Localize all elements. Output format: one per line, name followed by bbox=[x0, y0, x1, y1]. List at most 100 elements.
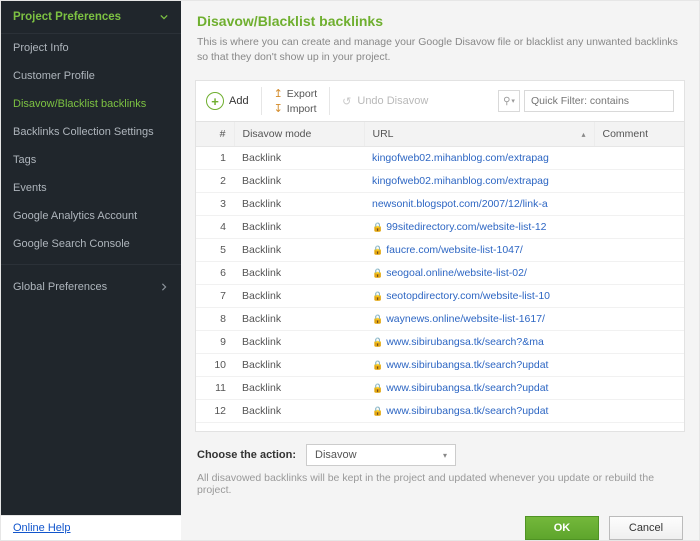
sidebar-item-disavow-blacklist-backlinks[interactable]: Disavow/Blacklist backlinks bbox=[1, 90, 181, 118]
sidebar-item-google-search-console[interactable]: Google Search Console bbox=[1, 230, 181, 258]
sidebar-item-events[interactable]: Events bbox=[1, 174, 181, 202]
sidebar-item-project-info[interactable]: Project Info bbox=[1, 34, 181, 62]
table-body: 1Backlinkkingofweb02.mihanblog.com/extra… bbox=[196, 147, 684, 432]
table-row[interactable]: 12Backlink🔒www.sibirubangsa.tk/search?up… bbox=[196, 400, 684, 423]
import-button[interactable]: ↧ Import bbox=[274, 102, 318, 115]
cell-url[interactable]: kingofweb02.mihanblog.com/extrapag bbox=[364, 147, 594, 170]
page-header: Disavow/Blacklist backlinks This is wher… bbox=[181, 1, 699, 70]
sidebar-item-backlinks-collection-settings[interactable]: Backlinks Collection Settings bbox=[1, 118, 181, 146]
search-input[interactable] bbox=[524, 90, 674, 112]
cell-url[interactable]: 🔒www.sibirubangsa.tk/search?updat bbox=[364, 354, 594, 377]
backlinks-table: # Disavow mode URL▴ Comment 1Backlinkkin… bbox=[196, 122, 684, 432]
col-header-comment[interactable]: Comment bbox=[594, 122, 684, 147]
table-row[interactable]: 2Backlinkkingofweb02.mihanblog.com/extra… bbox=[196, 170, 684, 193]
sidebar-item-tags[interactable]: Tags bbox=[1, 146, 181, 174]
cell-index: 6 bbox=[196, 262, 234, 285]
chevron-right-icon bbox=[159, 282, 169, 292]
cell-mode: Backlink bbox=[234, 170, 364, 193]
table-row[interactable]: 3Backlinknewsonit.blogspot.com/2007/12/l… bbox=[196, 193, 684, 216]
col-header-index[interactable]: # bbox=[196, 122, 234, 147]
cell-url[interactable]: 🔒www.sibirubangsa.tk/search?&ma bbox=[364, 331, 594, 354]
lock-icon: 🔒 bbox=[372, 291, 383, 301]
url-link[interactable]: waynews.online/website-list-1617/ bbox=[386, 313, 545, 325]
sidebar-item-google-analytics-account[interactable]: Google Analytics Account bbox=[1, 202, 181, 230]
cell-mode: Backlink bbox=[234, 308, 364, 331]
table-row[interactable]: 9Backlink🔒www.sibirubangsa.tk/search?&ma bbox=[196, 331, 684, 354]
lock-icon: 🔒 bbox=[372, 314, 383, 324]
online-help-link[interactable]: Online Help bbox=[13, 522, 70, 534]
cell-url[interactable]: 🔒www.sibirubangsa.tk/search?updat bbox=[364, 377, 594, 400]
cell-url[interactable]: 🔒www.sibirubangsa.tk/search?updat bbox=[364, 400, 594, 423]
table-row[interactable]: 1Backlinkkingofweb02.mihanblog.com/extra… bbox=[196, 147, 684, 170]
footer-note: All disavowed backlinks will be kept in … bbox=[197, 472, 683, 496]
search-mode-dropdown[interactable]: ⚲▾ bbox=[498, 90, 520, 112]
cancel-button[interactable]: Cancel bbox=[609, 516, 683, 540]
table-row[interactable]: 4Backlink🔒99sitedirectory.com/website-li… bbox=[196, 216, 684, 239]
import-label: Import bbox=[287, 103, 317, 115]
cell-comment bbox=[594, 331, 684, 354]
lock-icon: 🔒 bbox=[372, 222, 383, 232]
table-row[interactable]: 8Backlink🔒waynews.online/website-list-16… bbox=[196, 308, 684, 331]
cell-url[interactable]: 🔒seogoal.online/website-list-02/ bbox=[364, 262, 594, 285]
cell-url[interactable]: 🔒faucre.com/website-list-1047/ bbox=[364, 239, 594, 262]
cell-url[interactable]: 🔒seotopdirectory.com/website-list-10 bbox=[364, 285, 594, 308]
table-row[interactable]: 11Backlink🔒www.sibirubangsa.tk/search?up… bbox=[196, 377, 684, 400]
url-link[interactable]: faucre.com/website-list-1047/ bbox=[386, 244, 523, 256]
col-header-url[interactable]: URL▴ bbox=[364, 122, 594, 147]
cell-index: 7 bbox=[196, 285, 234, 308]
col-header-mode[interactable]: Disavow mode bbox=[234, 122, 364, 147]
url-link[interactable]: newsonit.blogspot.com/2007/12/link-a bbox=[372, 198, 548, 210]
cell-index: 9 bbox=[196, 331, 234, 354]
sidebar-section-project-preferences[interactable]: Project Preferences bbox=[1, 1, 181, 34]
action-row: Choose the action: Disavow ▾ bbox=[197, 444, 683, 466]
add-button[interactable]: + Add bbox=[206, 92, 249, 110]
cell-index: 5 bbox=[196, 239, 234, 262]
cell-comment bbox=[594, 354, 684, 377]
toolbar-divider bbox=[261, 87, 262, 115]
sidebar-column: Project Preferences Project InfoCustomer… bbox=[1, 1, 181, 540]
table-row[interactable]: 10Backlink🔒www.sibirubangsa.tk/search?up… bbox=[196, 354, 684, 377]
cell-comment bbox=[594, 308, 684, 331]
url-link[interactable]: www.sibirubangsa.tk/search?updat bbox=[386, 382, 548, 394]
url-link[interactable]: www.sibirubangsa.tk/search?updat bbox=[386, 405, 548, 417]
toolbar-divider bbox=[329, 87, 330, 115]
cell-mode: Backlink bbox=[234, 400, 364, 423]
export-icon: ↥ bbox=[274, 87, 283, 100]
undo-disavow-button: ↺ Undo Disavow bbox=[342, 95, 428, 108]
url-link[interactable]: kingofweb02.mihanblog.com/extrapag bbox=[372, 152, 549, 164]
plus-icon: + bbox=[206, 92, 224, 110]
chevron-down-icon: ▾ bbox=[443, 451, 447, 460]
url-link[interactable]: seogoal.online/website-list-02/ bbox=[386, 267, 527, 279]
help-bar: Online Help bbox=[1, 515, 181, 540]
url-link[interactable]: www.sibirubangsa.tk/search?updat bbox=[386, 359, 548, 371]
cell-url[interactable]: kingofweb02.mihanblog.com/extrapag bbox=[364, 170, 594, 193]
undo-label: Undo Disavow bbox=[357, 95, 428, 107]
action-select-value: Disavow bbox=[315, 449, 357, 461]
cell-url[interactable]: newsonit.blogspot.com/2007/12/link-a bbox=[364, 193, 594, 216]
action-select[interactable]: Disavow ▾ bbox=[306, 444, 456, 466]
export-button[interactable]: ↥ Export bbox=[274, 87, 318, 100]
sidebar-item-customer-profile[interactable]: Customer Profile bbox=[1, 62, 181, 90]
table-row[interactable]: 7Backlink🔒seotopdirectory.com/website-li… bbox=[196, 285, 684, 308]
url-link[interactable]: seotopdirectory.com/website-list-10 bbox=[386, 290, 550, 302]
cell-mode: Backlink bbox=[234, 354, 364, 377]
url-link[interactable]: www.sibirubangsa.tk/search?&ma bbox=[386, 336, 544, 348]
sort-indicator-icon: ▴ bbox=[581, 130, 585, 139]
cell-mode: Backlink bbox=[234, 377, 364, 400]
url-link[interactable]: kingofweb02.mihanblog.com/extrapag bbox=[372, 175, 549, 187]
ok-button[interactable]: OK bbox=[525, 516, 599, 540]
table-row[interactable]: 5Backlink🔒faucre.com/website-list-1047/ bbox=[196, 239, 684, 262]
sidebar-nav-list: Project InfoCustomer ProfileDisavow/Blac… bbox=[1, 34, 181, 258]
cell-url[interactable]: 🔒waynews.online/website-list-1617/ bbox=[364, 308, 594, 331]
backlinks-table-wrap: # Disavow mode URL▴ Comment 1Backlinkkin… bbox=[195, 122, 685, 432]
cell-comment bbox=[594, 239, 684, 262]
sidebar-section-label: Project Preferences bbox=[13, 11, 121, 23]
table-row[interactable]: 6Backlink🔒seogoal.online/website-list-02… bbox=[196, 262, 684, 285]
sidebar-section-global-preferences[interactable]: Global Preferences bbox=[1, 271, 181, 303]
export-label: Export bbox=[287, 88, 317, 100]
cell-comment bbox=[594, 147, 684, 170]
lock-icon: 🔒 bbox=[372, 245, 383, 255]
cell-url[interactable]: 🔒99sitedirectory.com/website-list-12 bbox=[364, 216, 594, 239]
sidebar-section-label: Global Preferences bbox=[13, 281, 107, 293]
url-link[interactable]: 99sitedirectory.com/website-list-12 bbox=[386, 221, 546, 233]
